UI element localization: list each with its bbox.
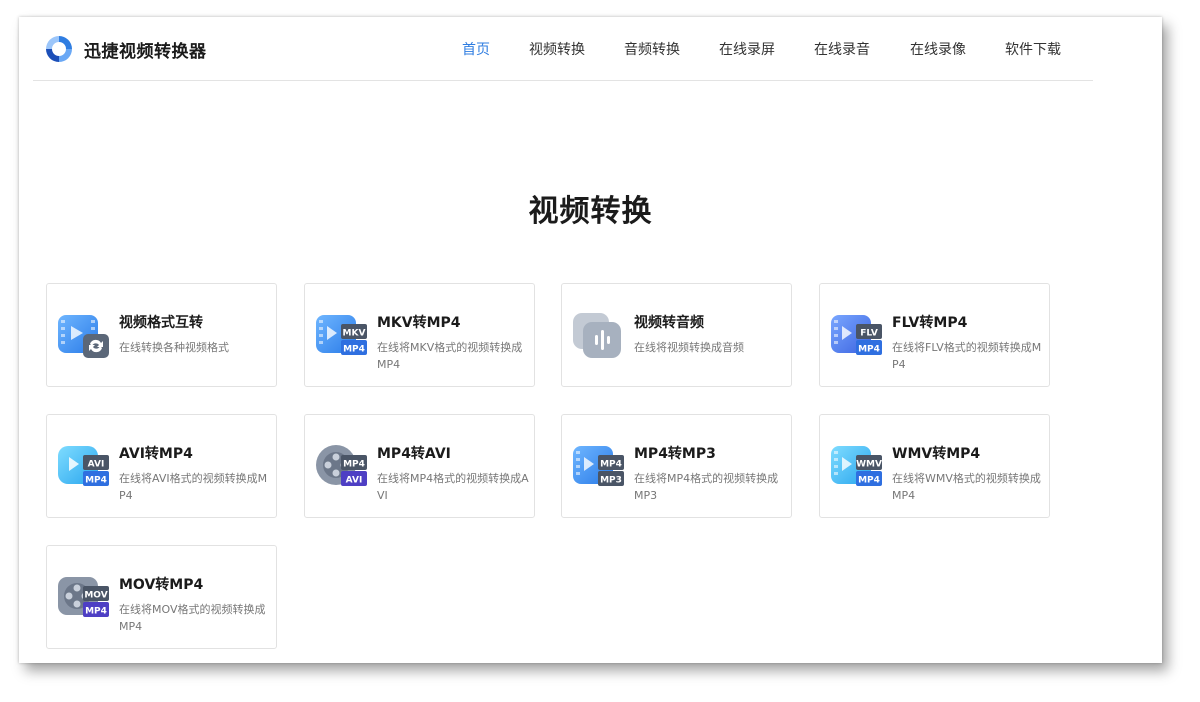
nav-software-download[interactable]: 软件下载 bbox=[1005, 39, 1061, 59]
svg-text:MP4: MP4 bbox=[343, 345, 365, 355]
flv-to-mp4-icon: FLV MP4 bbox=[831, 315, 882, 355]
nav-home[interactable]: 首页 bbox=[462, 39, 490, 59]
svg-text:MP4: MP4 bbox=[600, 460, 622, 470]
card-desc: 在线将视频转换成音频 bbox=[634, 341, 744, 354]
card-flv-to-mp4[interactable]: FLV MP4 FLV转MP4 在线将FLV格式的视频转换成MP4 bbox=[819, 283, 1050, 387]
browser-window: 迅捷视频转换器 首页 视频转换 音频转换 在线录屏 在线录音 在线录像 软件下载… bbox=[19, 17, 1162, 663]
svg-text:MOV: MOV bbox=[84, 591, 107, 601]
mp4-to-avi-icon: MP4 AVI bbox=[316, 445, 367, 486]
svg-text:MP3: MP3 bbox=[600, 476, 622, 486]
card-title: MP4转AVI bbox=[377, 446, 451, 462]
card-title: WMV转MP4 bbox=[892, 446, 981, 462]
card-desc: 在线转换各种视频格式 bbox=[119, 341, 229, 354]
card-desc: 在线将WMV格式的视频转换成MP4 bbox=[892, 472, 1041, 502]
nav-audio-record[interactable]: 在线录音 bbox=[814, 39, 870, 59]
avi-to-mp4-icon: AVI MP4 bbox=[58, 446, 109, 486]
card-mp4-to-avi[interactable]: MP4 AVI MP4转AVI 在线将MP4格式的视频转换成AVI bbox=[304, 414, 535, 518]
main-nav: 首页 视频转换 音频转换 在线录屏 在线录音 在线录像 软件下载 bbox=[33, 17, 1093, 80]
card-mkv-to-mp4[interactable]: MKV MP4 MKV转MP4 在线将MKV格式的视频转换成MP4 bbox=[304, 283, 535, 387]
card-title: AVI转MP4 bbox=[119, 446, 193, 462]
mkv-to-mp4-icon: MKV MP4 bbox=[316, 315, 367, 355]
card-wmv-to-mp4[interactable]: WMV MP4 WMV转MP4 在线将WMV格式的视频转换成MP4 bbox=[819, 414, 1050, 518]
video-to-audio-icon bbox=[573, 313, 621, 358]
card-title: 视频转音频 bbox=[634, 315, 704, 331]
page-title: 视频转换 bbox=[528, 194, 653, 229]
mp4-to-mp3-icon: MP4 MP3 bbox=[573, 446, 624, 486]
card-video-to-audio[interactable]: 视频转音频 在线将视频转换成音频 bbox=[561, 283, 792, 387]
card-video-format-convert[interactable]: 视频格式互转 在线转换各种视频格式 bbox=[46, 283, 277, 387]
card-desc: 在线将MKV格式的视频转换成MP4 bbox=[377, 341, 523, 371]
svg-text:MP4: MP4 bbox=[858, 345, 880, 355]
svg-text:MP4: MP4 bbox=[85, 476, 107, 486]
svg-text:WMV: WMV bbox=[856, 460, 882, 470]
svg-text:MP4: MP4 bbox=[343, 460, 365, 470]
nav-audio-convert[interactable]: 音频转换 bbox=[624, 39, 680, 59]
nav-video-record[interactable]: 在线录像 bbox=[910, 39, 966, 59]
card-title: 视频格式互转 bbox=[119, 315, 203, 331]
card-title: MOV转MP4 bbox=[119, 577, 204, 593]
card-mov-to-mp4[interactable]: MOV MP4 MOV转MP4 在线将MOV格式的视频转换成MP4 bbox=[46, 545, 277, 649]
svg-text:MP4: MP4 bbox=[858, 476, 880, 486]
svg-text:MKV: MKV bbox=[343, 329, 366, 339]
nav-video-convert[interactable]: 视频转换 bbox=[529, 39, 585, 59]
card-desc: 在线将MOV格式的视频转换成MP4 bbox=[119, 603, 266, 633]
card-desc: 在线将AVI格式的视频转换成MP4 bbox=[119, 472, 268, 502]
card-title: MKV转MP4 bbox=[377, 315, 461, 331]
mov-to-mp4-icon: MOV MP4 bbox=[58, 577, 109, 617]
video-convert-icon bbox=[58, 315, 109, 358]
svg-text:MP4: MP4 bbox=[85, 607, 107, 617]
svg-text:FLV: FLV bbox=[860, 329, 878, 339]
card-avi-to-mp4[interactable]: AVI MP4 AVI转MP4 在线将AVI格式的视频转换成MP4 bbox=[46, 414, 277, 518]
svg-text:AVI: AVI bbox=[346, 476, 363, 486]
card-desc: 在线将MP4格式的视频转换成MP3 bbox=[634, 472, 779, 502]
card-title: FLV转MP4 bbox=[892, 315, 968, 331]
svg-text:AVI: AVI bbox=[88, 460, 105, 470]
nav-screen-record[interactable]: 在线录屏 bbox=[719, 39, 775, 59]
card-desc: 在线将FLV格式的视频转换成MP4 bbox=[892, 341, 1042, 371]
card-mp4-to-mp3[interactable]: MP4 MP3 MP4转MP3 在线将MP4格式的视频转换成MP3 bbox=[561, 414, 792, 518]
card-title: MP4转MP3 bbox=[634, 446, 716, 462]
top-header: 迅捷视频转换器 首页 视频转换 音频转换 在线录屏 在线录音 在线录像 软件下载 bbox=[33, 17, 1093, 81]
card-desc: 在线将MP4格式的视频转换成AVI bbox=[377, 472, 529, 502]
wmv-to-mp4-icon: WMV MP4 bbox=[831, 446, 882, 486]
